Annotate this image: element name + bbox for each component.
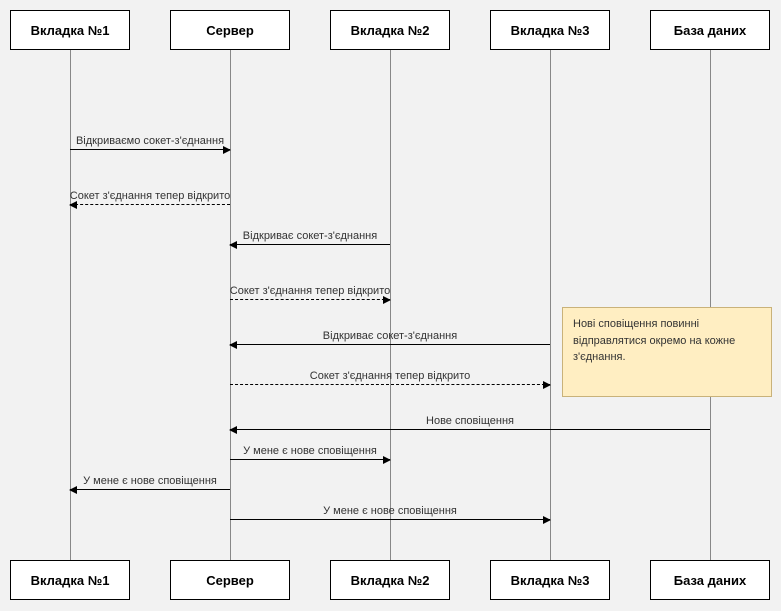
actor-server-bottom: Сервер: [170, 560, 290, 600]
actor-label: Вкладка №2: [351, 573, 430, 588]
actor-label: Сервер: [206, 573, 254, 588]
arrow-right-icon: [543, 516, 551, 524]
message: У мене є нове сповіщення: [70, 474, 230, 490]
arrow-left-icon: [69, 486, 77, 494]
actor-label: Вкладка №3: [511, 573, 590, 588]
lifeline-tab2: [390, 50, 391, 560]
actor-label: База даних: [674, 573, 746, 588]
message-label: Нове сповіщення: [426, 415, 514, 427]
message: Сокет з'єднання тепер відкрито: [230, 369, 550, 385]
actor-label: Вкладка №3: [511, 23, 590, 38]
actor-tab3-top: Вкладка №3: [490, 10, 610, 50]
arrow-right-icon: [383, 296, 391, 304]
actor-db-bottom: База даних: [650, 560, 770, 600]
message: Відкриває сокет-з'єднання: [230, 229, 390, 245]
message: Сокет з'єднання тепер відкрито: [70, 189, 230, 205]
actor-tab1-bottom: Вкладка №1: [10, 560, 130, 600]
message: Відкриває сокет-з'єднання: [230, 329, 550, 345]
lifeline-db: [710, 50, 711, 560]
message-line: [230, 459, 390, 460]
actor-db-top: База даних: [650, 10, 770, 50]
sequence-diagram: Вкладка №1 Вкладка №1 Сервер Сервер Вкладка …: [0, 0, 781, 611]
message: Відкриваємо сокет-з'єднання: [70, 134, 230, 150]
actor-tab1-top: Вкладка №1: [10, 10, 130, 50]
message-label: Сокет з'єднання тепер відкрито: [70, 190, 230, 202]
message-label: Сокет з'єднання тепер відкрито: [230, 285, 390, 297]
arrow-left-icon: [69, 201, 77, 209]
lifeline-tab3: [550, 50, 551, 560]
arrow-right-icon: [223, 146, 231, 154]
message-label: Відкриває сокет-з'єднання: [243, 230, 377, 242]
actor-server-top: Сервер: [170, 10, 290, 50]
message-line: [70, 149, 230, 150]
message: У мене є нове сповіщення: [230, 504, 550, 520]
message-line: [230, 429, 710, 430]
message-line: [230, 384, 550, 385]
message: У мене є нове сповіщення: [230, 444, 390, 460]
arrow-right-icon: [543, 381, 551, 389]
message-label: Сокет з'єднання тепер відкрито: [310, 370, 470, 382]
actor-label: База даних: [674, 23, 746, 38]
actor-tab3-bottom: Вкладка №3: [490, 560, 610, 600]
actor-tab2-top: Вкладка №2: [330, 10, 450, 50]
message-line: [230, 519, 550, 520]
message: Нове сповіщення: [230, 414, 710, 430]
actor-label: Вкладка №1: [31, 23, 110, 38]
message-line: [230, 244, 390, 245]
message-line: [70, 489, 230, 490]
arrow-right-icon: [383, 456, 391, 464]
actor-label: Вкладка №1: [31, 573, 110, 588]
actor-label: Сервер: [206, 23, 254, 38]
message-line: [70, 204, 230, 205]
message-label: Відкриває сокет-з'єднання: [323, 330, 457, 342]
message-label: Відкриваємо сокет-з'єднання: [76, 135, 224, 147]
lifeline-server: [230, 50, 231, 560]
arrow-left-icon: [229, 341, 237, 349]
message-label: У мене є нове сповіщення: [83, 475, 217, 487]
note-text: Нові сповіщення повинні відправлятися ок…: [573, 318, 735, 363]
message-label: У мене є нове сповіщення: [243, 445, 377, 457]
message-line: [230, 299, 390, 300]
actor-tab2-bottom: Вкладка №2: [330, 560, 450, 600]
actor-label: Вкладка №2: [351, 23, 430, 38]
note: Нові сповіщення повинні відправлятися ок…: [562, 307, 772, 397]
arrow-left-icon: [229, 426, 237, 434]
arrow-left-icon: [229, 241, 237, 249]
message: Сокет з'єднання тепер відкрито: [230, 284, 390, 300]
message-line: [230, 344, 550, 345]
message-label: У мене є нове сповіщення: [323, 505, 457, 517]
